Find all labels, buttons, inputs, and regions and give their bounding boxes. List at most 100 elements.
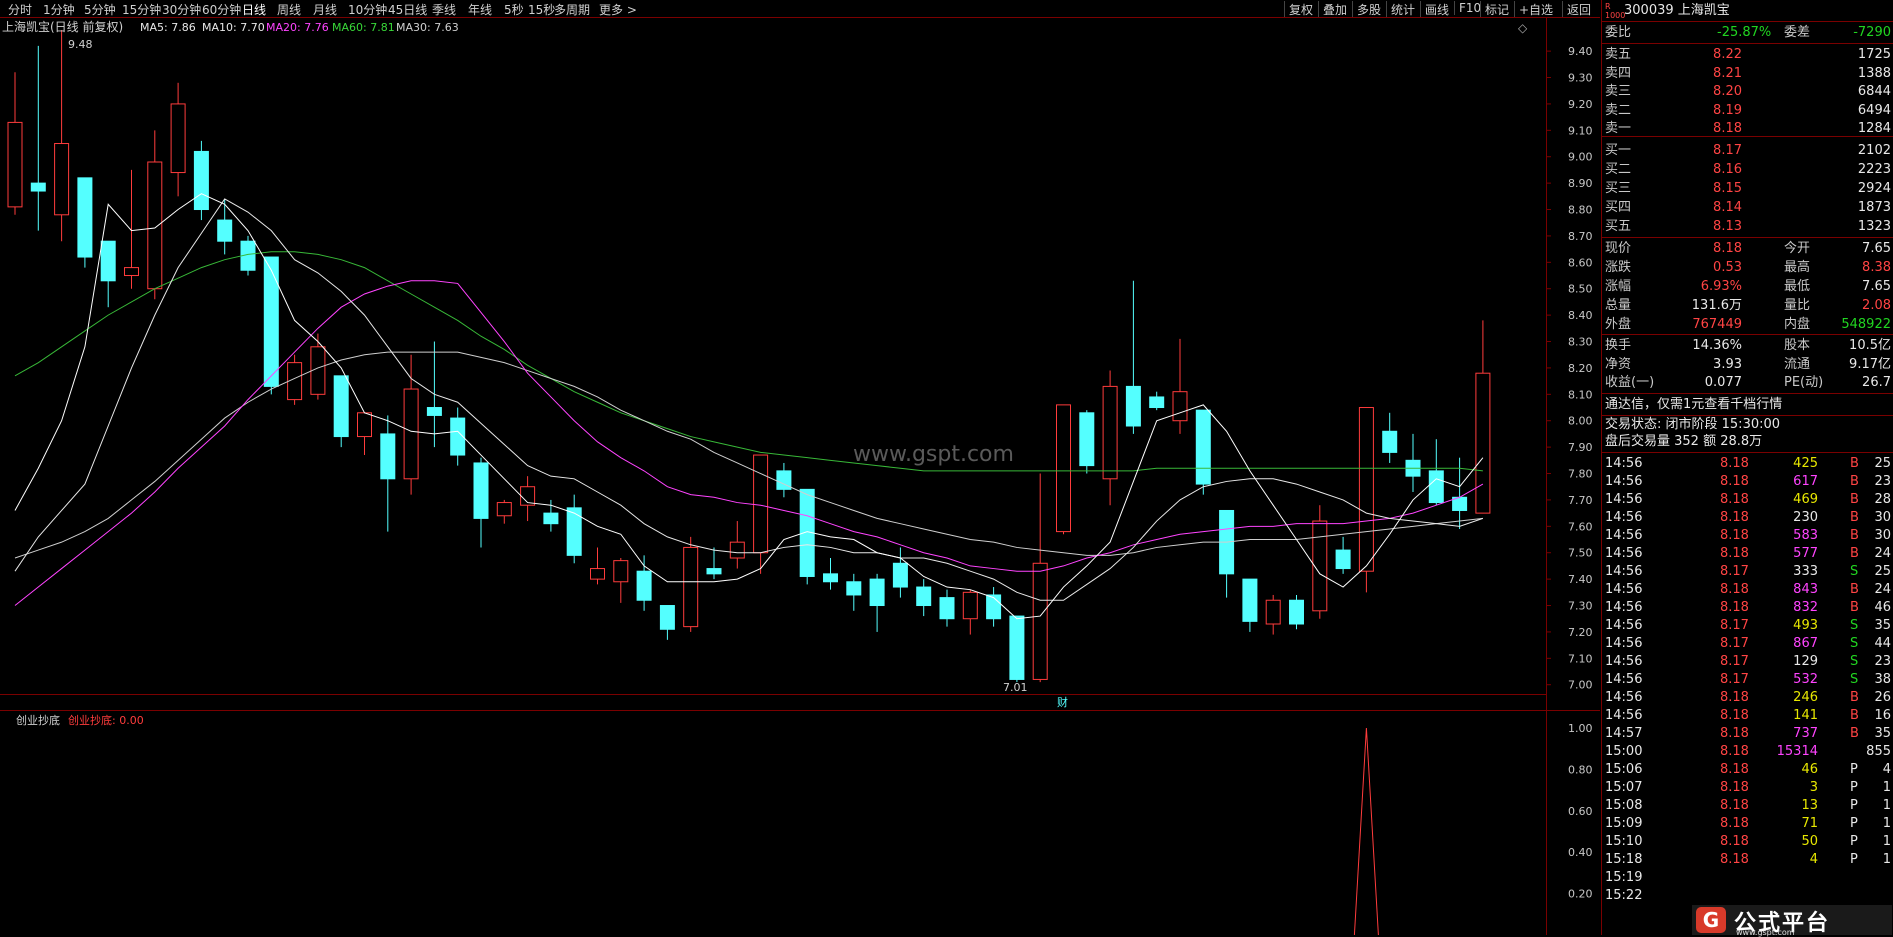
y-tick-label: 7.00 xyxy=(1568,679,1593,692)
tick-volume: 50 xyxy=(1801,834,1818,849)
candle-body[interactable] xyxy=(333,375,349,438)
candle-body[interactable] xyxy=(217,219,233,242)
y-tick-label: 8.30 xyxy=(1568,336,1593,349)
tick-volume: 532 xyxy=(1793,672,1818,687)
candle-body[interactable] xyxy=(659,605,675,630)
tick-time: 14:56 xyxy=(1605,708,1643,723)
y-tick-label: 8.50 xyxy=(1568,283,1593,296)
candle-body[interactable] xyxy=(496,502,512,517)
tick-direction: S xyxy=(1850,672,1859,687)
tick-volume: 46 xyxy=(1801,762,1818,777)
y-tick-label: 9.10 xyxy=(1568,124,1593,137)
candle-body[interactable] xyxy=(403,388,419,480)
candle-body[interactable] xyxy=(1289,599,1304,625)
candle-body[interactable] xyxy=(1358,407,1374,572)
candle-body[interactable] xyxy=(566,507,582,556)
candle-body[interactable] xyxy=(1032,562,1048,680)
candle-body[interactable] xyxy=(590,568,605,580)
stat-value: 8.18 xyxy=(1713,241,1742,256)
candle-body[interactable] xyxy=(636,570,652,601)
candle-body[interactable] xyxy=(147,161,163,290)
candle-body[interactable] xyxy=(986,594,1002,620)
candle-body[interactable] xyxy=(426,407,442,416)
y-tick-label: 9.00 xyxy=(1568,151,1593,164)
candle-body[interactable] xyxy=(1149,396,1165,409)
candle-body[interactable] xyxy=(357,412,372,438)
tick-count: 24 xyxy=(1874,546,1891,561)
candle-body[interactable] xyxy=(380,433,396,480)
tick-volume: 141 xyxy=(1793,708,1818,723)
stat-value: 26.7 xyxy=(1862,375,1891,390)
candle-body[interactable] xyxy=(1475,372,1491,514)
indicator-name[interactable]: 创业抄底 xyxy=(16,713,60,727)
tick-count: 26 xyxy=(1874,690,1891,705)
ma10-label: MA10: 7.70 xyxy=(202,21,265,34)
candle-body[interactable] xyxy=(1382,430,1398,453)
candle-body[interactable] xyxy=(683,546,699,628)
candle-body[interactable] xyxy=(100,240,116,282)
candle-body[interactable] xyxy=(869,578,885,607)
candle-body[interactable] xyxy=(77,177,93,258)
tick-time: 15:06 xyxy=(1605,762,1643,777)
tick-time: 14:56 xyxy=(1605,582,1643,597)
candle-body[interactable] xyxy=(1125,385,1141,427)
tick-row: 14:56 8.18 577 B 24 xyxy=(1602,545,1893,563)
tick-row: 14:56 8.17 129 S 23 xyxy=(1602,653,1893,671)
tick-count: 46 xyxy=(1874,600,1891,615)
candle-body[interactable] xyxy=(1079,412,1095,467)
tick-volume: 333 xyxy=(1793,564,1818,579)
candle-body[interactable] xyxy=(1102,385,1118,480)
candle-body[interactable] xyxy=(1242,578,1258,622)
tick-row: 15:09 8.18 71 P 1 xyxy=(1602,815,1893,833)
candle-body[interactable] xyxy=(7,121,23,208)
bid-price: 8.17 xyxy=(1713,143,1742,158)
tick-row: 15:18 8.18 4 P 1 xyxy=(1602,851,1893,869)
candle-body[interactable] xyxy=(1172,391,1188,422)
indicator-value-label: 创业抄底: 0.00 xyxy=(68,713,144,727)
candle-body[interactable] xyxy=(1428,470,1444,504)
candle-body[interactable] xyxy=(1265,599,1281,625)
candle-body[interactable] xyxy=(54,143,70,216)
candle-body[interactable] xyxy=(193,150,209,211)
stat-value: 0.53 xyxy=(1713,260,1742,275)
finance-marker[interactable]: 财 xyxy=(1057,695,1068,709)
tick-count: 28 xyxy=(1874,492,1891,507)
candle-body[interactable] xyxy=(543,512,559,525)
candle-body[interactable] xyxy=(473,462,489,519)
candle-body[interactable] xyxy=(939,597,955,620)
bid-price: 8.16 xyxy=(1713,162,1742,177)
stat-row: 涨幅 6.93% 最低 7.65 xyxy=(1602,278,1893,296)
tick-row: 15:19 xyxy=(1602,869,1893,887)
candle-body[interactable] xyxy=(729,541,745,559)
candle-body[interactable] xyxy=(263,256,279,387)
bid-row: 买四 8.14 1873 xyxy=(1602,199,1893,217)
candle-body[interactable] xyxy=(753,454,769,554)
tick-direction: P xyxy=(1850,852,1858,867)
y-tick-label: 9.20 xyxy=(1568,98,1593,111)
kline-chart[interactable]: 9.40 9.30 9.20 9.10 9.00 8.90 8.80 8.70 8.60 8.50… xyxy=(0,0,1600,935)
candle-body[interactable] xyxy=(613,560,629,583)
candle-body[interactable] xyxy=(1335,549,1351,570)
bid-row: 买二 8.16 2223 xyxy=(1602,161,1893,179)
candle-body[interactable] xyxy=(823,573,838,583)
notice-row[interactable]: 通达信，仅需1元查看千档行情 xyxy=(1602,396,1893,414)
tick-count: 4 xyxy=(1882,762,1891,777)
candle-body[interactable] xyxy=(892,562,908,588)
candle-body[interactable] xyxy=(962,591,978,620)
tick-row: 14:56 8.17 493 S 35 xyxy=(1602,617,1893,635)
candle-body[interactable] xyxy=(1009,615,1025,680)
candle-body[interactable] xyxy=(124,267,139,277)
candle-body[interactable] xyxy=(170,103,186,174)
candle-body[interactable] xyxy=(30,182,46,192)
candle-body[interactable] xyxy=(846,581,862,596)
candle-body[interactable] xyxy=(1056,404,1071,533)
candle-body[interactable] xyxy=(706,568,722,575)
candle-body[interactable] xyxy=(916,586,932,607)
bid-price: 8.14 xyxy=(1713,200,1742,215)
stat-row: 涨跌 0.53 最高 8.38 xyxy=(1602,259,1893,277)
diamond-icon[interactable]: ◇ xyxy=(1518,21,1528,35)
stat-label: 收益(一) xyxy=(1605,375,1655,390)
tick-price: 8.18 xyxy=(1720,852,1749,867)
candle-body[interactable] xyxy=(1195,409,1211,485)
y-tick-label: 8.90 xyxy=(1568,177,1593,190)
